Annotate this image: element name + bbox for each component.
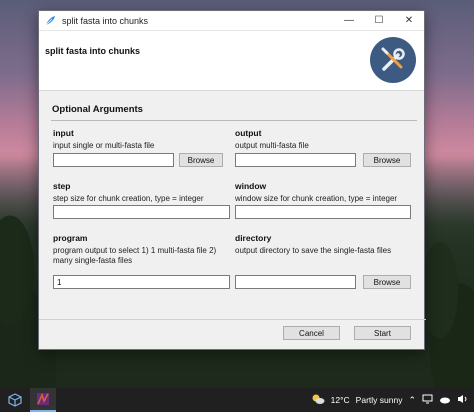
directory-browse-button[interactable]: Browse [363,275,411,289]
window-title: split fasta into chunks [62,15,149,26]
input-field-group: input input single or multi-fasta file B… [53,128,233,178]
wrench-screwdriver-icon [370,37,416,83]
program-field-group: program program output to select 1) 1 mu… [53,233,233,293]
feather-icon [45,15,56,26]
network-icon[interactable] [422,394,433,406]
output-text-field[interactable] [235,153,356,167]
volume-icon[interactable] [457,394,468,406]
program-label: program [53,233,88,243]
directory-label: directory [235,233,272,243]
section-divider [51,120,417,121]
program-text-field[interactable]: 1 [53,275,230,289]
window-help: window size for chunk creation, type = i… [235,194,398,203]
header-title: split fasta into chunks [45,46,141,56]
weather-text[interactable]: Partly sunny [356,395,403,405]
input-label: input [53,128,74,138]
close-button[interactable]: ✕ [394,11,424,31]
program-help: program output to select 1) 1 multi-fast… [53,246,217,265]
weather-temp[interactable]: 12°C [331,395,350,405]
window-label: window [235,181,267,191]
input-browse-button[interactable]: Browse [179,153,223,167]
sun-cloud-icon[interactable] [311,393,325,407]
system-tray: 12°C Partly sunny ⌃ [311,388,474,412]
header-band: split fasta into chunks [39,31,424,91]
cube-icon[interactable] [0,388,30,412]
step-text-field[interactable] [53,205,230,219]
step-label: step [53,181,71,191]
output-help: output multi-fasta file [235,141,309,150]
maximize-button[interactable]: ☐ [364,11,394,31]
input-help: input single or multi-fasta file [53,141,155,150]
step-help: step size for chunk creation, type = int… [53,194,204,203]
window-field-group: window window size for chunk creation, t… [235,181,415,231]
hidden-icons-chevron-icon[interactable]: ⌃ [408,395,416,406]
start-button[interactable]: Start [354,326,411,340]
directory-text-field[interactable] [235,275,356,289]
window-text-field[interactable] [235,205,411,219]
output-field-group: output output multi-fasta file Browse [235,128,415,178]
output-label: output [235,128,262,138]
minimize-button[interactable]: — [334,11,364,31]
app-window: split fasta into chunks — ☐ ✕ split fast… [38,10,426,350]
cancel-button[interactable]: Cancel [283,326,340,340]
title-bar: split fasta into chunks — ☐ ✕ [39,11,424,31]
output-browse-button[interactable]: Browse [363,153,411,167]
input-text-field[interactable] [53,153,174,167]
taskbar: 12°C Partly sunny ⌃ [0,388,474,412]
step-field-group: step step size for chunk creation, type … [53,181,233,231]
cloud-icon[interactable] [439,395,451,406]
footer-divider [39,319,426,320]
directory-help: output directory to save the single-fast… [235,246,392,255]
app-taskbar-button[interactable] [30,388,56,412]
section-title: Optional Arguments [52,104,143,115]
directory-field-group: directory output directory to save the s… [235,233,415,293]
